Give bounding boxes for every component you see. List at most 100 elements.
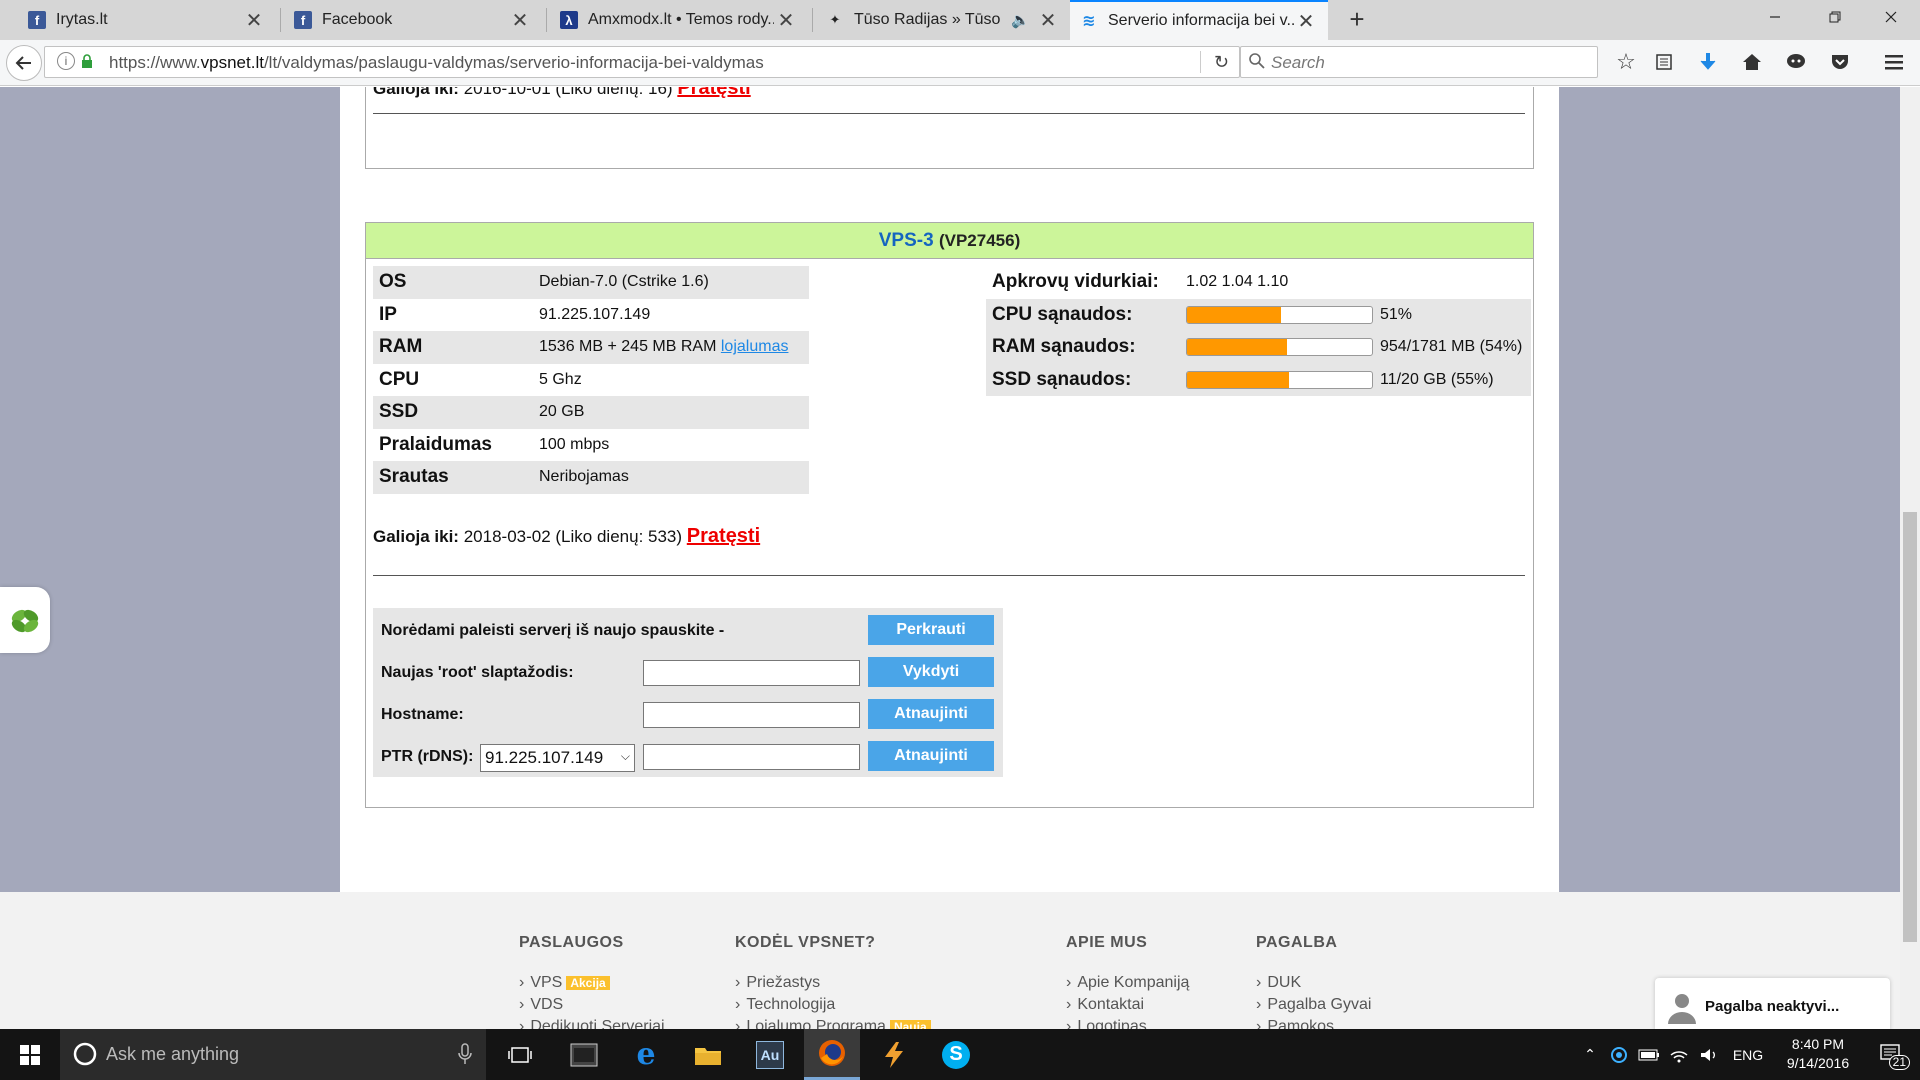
close-icon[interactable]: ✕ xyxy=(774,8,798,33)
expiry-value: 2016-10-01 (Liko dienų: 16) xyxy=(463,87,673,98)
usage-label: CPU sąnaudos: xyxy=(992,303,1133,325)
downloads-button[interactable] xyxy=(1694,48,1722,76)
pocket-button[interactable] xyxy=(1826,48,1854,76)
taskbar-app-winamp[interactable] xyxy=(866,1029,922,1080)
bookmark-star-button[interactable]: ☆ xyxy=(1612,48,1640,76)
cortana-search[interactable]: Ask me anything xyxy=(60,1029,486,1080)
page-viewport: Galioja iki: 2016-10-01 (Liko dienų: 16)… xyxy=(0,87,1900,1029)
reading-list-button[interactable] xyxy=(1650,48,1678,76)
back-button[interactable] xyxy=(6,45,42,81)
close-icon[interactable]: ✕ xyxy=(1294,9,1318,34)
taskbar-app-audition[interactable]: Au xyxy=(742,1029,798,1080)
tab-amxmodx[interactable]: λ Amxmodx.lt • Temos rody... ✕ xyxy=(550,0,808,40)
taskbar-app-edge[interactable]: e xyxy=(618,1029,674,1080)
skype-icon: S xyxy=(942,1040,970,1069)
volume-icon[interactable] xyxy=(1696,1029,1722,1080)
footer-link[interactable]: Technologija xyxy=(735,996,931,1018)
tab-irytas[interactable]: f Irytas.lt ✕ xyxy=(18,0,276,40)
search-bar[interactable]: Search xyxy=(1240,46,1598,78)
spec-key: RAM xyxy=(379,336,423,358)
chat-bubble-icon xyxy=(1787,54,1805,68)
server-header: VPS-3 (VP27456) xyxy=(366,223,1533,259)
renew-link[interactable]: Pratęsti xyxy=(677,87,750,99)
search-icon xyxy=(1249,53,1265,74)
footer-link[interactable]: Dedikuoti Serveriai xyxy=(519,1018,664,1029)
cpu-usage-bar xyxy=(1186,305,1373,324)
scrollbar-thumb[interactable] xyxy=(1903,512,1917,942)
new-tab-button[interactable]: + xyxy=(1342,4,1372,34)
footer-link[interactable]: Pagalba Gyvai xyxy=(1256,996,1371,1018)
spec-value: Neribojamas xyxy=(539,468,629,486)
home-button[interactable] xyxy=(1738,48,1766,76)
hello-button[interactable] xyxy=(1782,48,1810,76)
restore-icon xyxy=(1829,11,1841,23)
tab-tuso-radijas[interactable]: ✦ Tūso Radijas » Tūso R... 🔈 ✕ xyxy=(816,0,1070,40)
footer-link[interactable]: Priežastys xyxy=(735,974,931,996)
live-chat-widget[interactable]: Pagalba neaktyvi... xyxy=(1655,978,1890,1030)
footer-link[interactable]: VPSAkcija xyxy=(519,974,665,996)
tab-facebook[interactable]: f Facebook ✕ xyxy=(284,0,542,40)
hostname-label: Hostname: xyxy=(381,706,464,723)
menu-button[interactable] xyxy=(1880,48,1908,76)
footer-link[interactable]: VDS xyxy=(519,996,665,1018)
info-icon[interactable]: i xyxy=(57,52,75,70)
ptr-update-button[interactable]: Atnaujinti xyxy=(868,741,994,771)
footer-link[interactable]: Kontaktai xyxy=(1066,996,1189,1018)
folder-icon xyxy=(695,1047,721,1065)
minimize-button[interactable] xyxy=(1752,0,1798,34)
language-indicator[interactable]: ENG xyxy=(1728,1029,1768,1080)
start-button[interactable] xyxy=(2,1029,58,1080)
battery-icon[interactable] xyxy=(1636,1029,1662,1080)
spec-row-ssd: SSD 20 GB xyxy=(373,396,809,429)
address-bar[interactable]: i https://www.vpsnet.lt/lt/valdymas/pasl… xyxy=(44,46,1240,78)
footer-link[interactable]: Logotipas xyxy=(1066,1018,1189,1029)
console-app-icon xyxy=(570,1043,598,1066)
wifi-icon[interactable] xyxy=(1666,1029,1692,1080)
leaf-widget[interactable] xyxy=(0,587,50,653)
search-placeholder: Search xyxy=(1271,53,1325,72)
network-sync-icon[interactable] xyxy=(1606,1029,1632,1080)
footer-link[interactable]: Pamokos xyxy=(1256,1018,1371,1029)
new-badge: Nauja xyxy=(889,1019,931,1029)
microphone-icon[interactable] xyxy=(458,1043,472,1070)
url-text: https://www.vpsnet.lt/lt/valdymas/paslau… xyxy=(109,53,764,73)
hostname-update-button[interactable]: Atnaujinti xyxy=(868,699,994,729)
execute-button[interactable]: Vykdyti xyxy=(868,657,994,687)
server-name[interactable]: VPS-3 xyxy=(879,230,934,251)
loyalty-link[interactable]: lojalumas xyxy=(721,338,789,355)
task-view-button[interactable] xyxy=(492,1029,548,1080)
close-icon[interactable]: ✕ xyxy=(508,8,532,33)
ptr-input[interactable] xyxy=(643,744,860,770)
taskbar-app-skype[interactable]: S xyxy=(928,1029,984,1080)
restart-row: Norėdami paleisti serverį iš naujo spaus… xyxy=(373,610,1003,650)
edge-icon: e xyxy=(636,1037,656,1072)
reload-icon[interactable]: ↻ xyxy=(1214,52,1229,73)
root-password-input[interactable] xyxy=(643,660,860,686)
system-clock[interactable]: 8:40 PM 9/14/2016 xyxy=(1768,1035,1868,1073)
restore-button[interactable] xyxy=(1812,0,1858,34)
restart-button[interactable]: Perkrauti xyxy=(868,615,994,645)
close-icon[interactable]: ✕ xyxy=(1036,8,1060,33)
speaker-icon[interactable]: 🔈 xyxy=(1011,11,1030,29)
taskbar-app-firefox[interactable] xyxy=(804,1029,860,1080)
footer-link[interactable]: Apie Kompaniją xyxy=(1066,974,1189,996)
renew-link[interactable]: Pratęsti xyxy=(687,525,760,547)
taskbar-app-console[interactable] xyxy=(556,1029,612,1080)
spec-value: 5 Ghz xyxy=(539,370,582,388)
spec-row-bandwidth: Pralaidumas 100 mbps xyxy=(373,429,809,462)
taskbar-app-explorer[interactable] xyxy=(680,1029,736,1080)
footer-link[interactable]: DUK xyxy=(1256,974,1371,996)
tab-serverio-informacija[interactable]: ≋ Serverio informacija bei v... ✕ xyxy=(1070,0,1328,40)
footer-link[interactable]: Lojalumo ProgramaNauja xyxy=(735,1018,931,1029)
spec-row-traffic: Srautas Neribojamas xyxy=(373,461,809,494)
ptr-ip-select[interactable]: 91.225.107.149 ⌵ xyxy=(480,744,635,772)
reading-list-icon xyxy=(1656,54,1672,70)
tab-title: Irytas.lt xyxy=(56,11,108,28)
close-icon[interactable]: ✕ xyxy=(242,8,266,33)
show-hidden-icons-button[interactable]: ⌃ xyxy=(1578,1029,1602,1080)
chat-status-label: Pagalba neaktyvi... xyxy=(1705,998,1840,1015)
window-close-button[interactable] xyxy=(1868,0,1914,34)
hostname-input[interactable] xyxy=(643,702,860,728)
previous-server-card: Galioja iki: 2016-10-01 (Liko dienų: 16)… xyxy=(365,87,1534,169)
action-center-button[interactable]: 21 xyxy=(1872,1029,1912,1080)
